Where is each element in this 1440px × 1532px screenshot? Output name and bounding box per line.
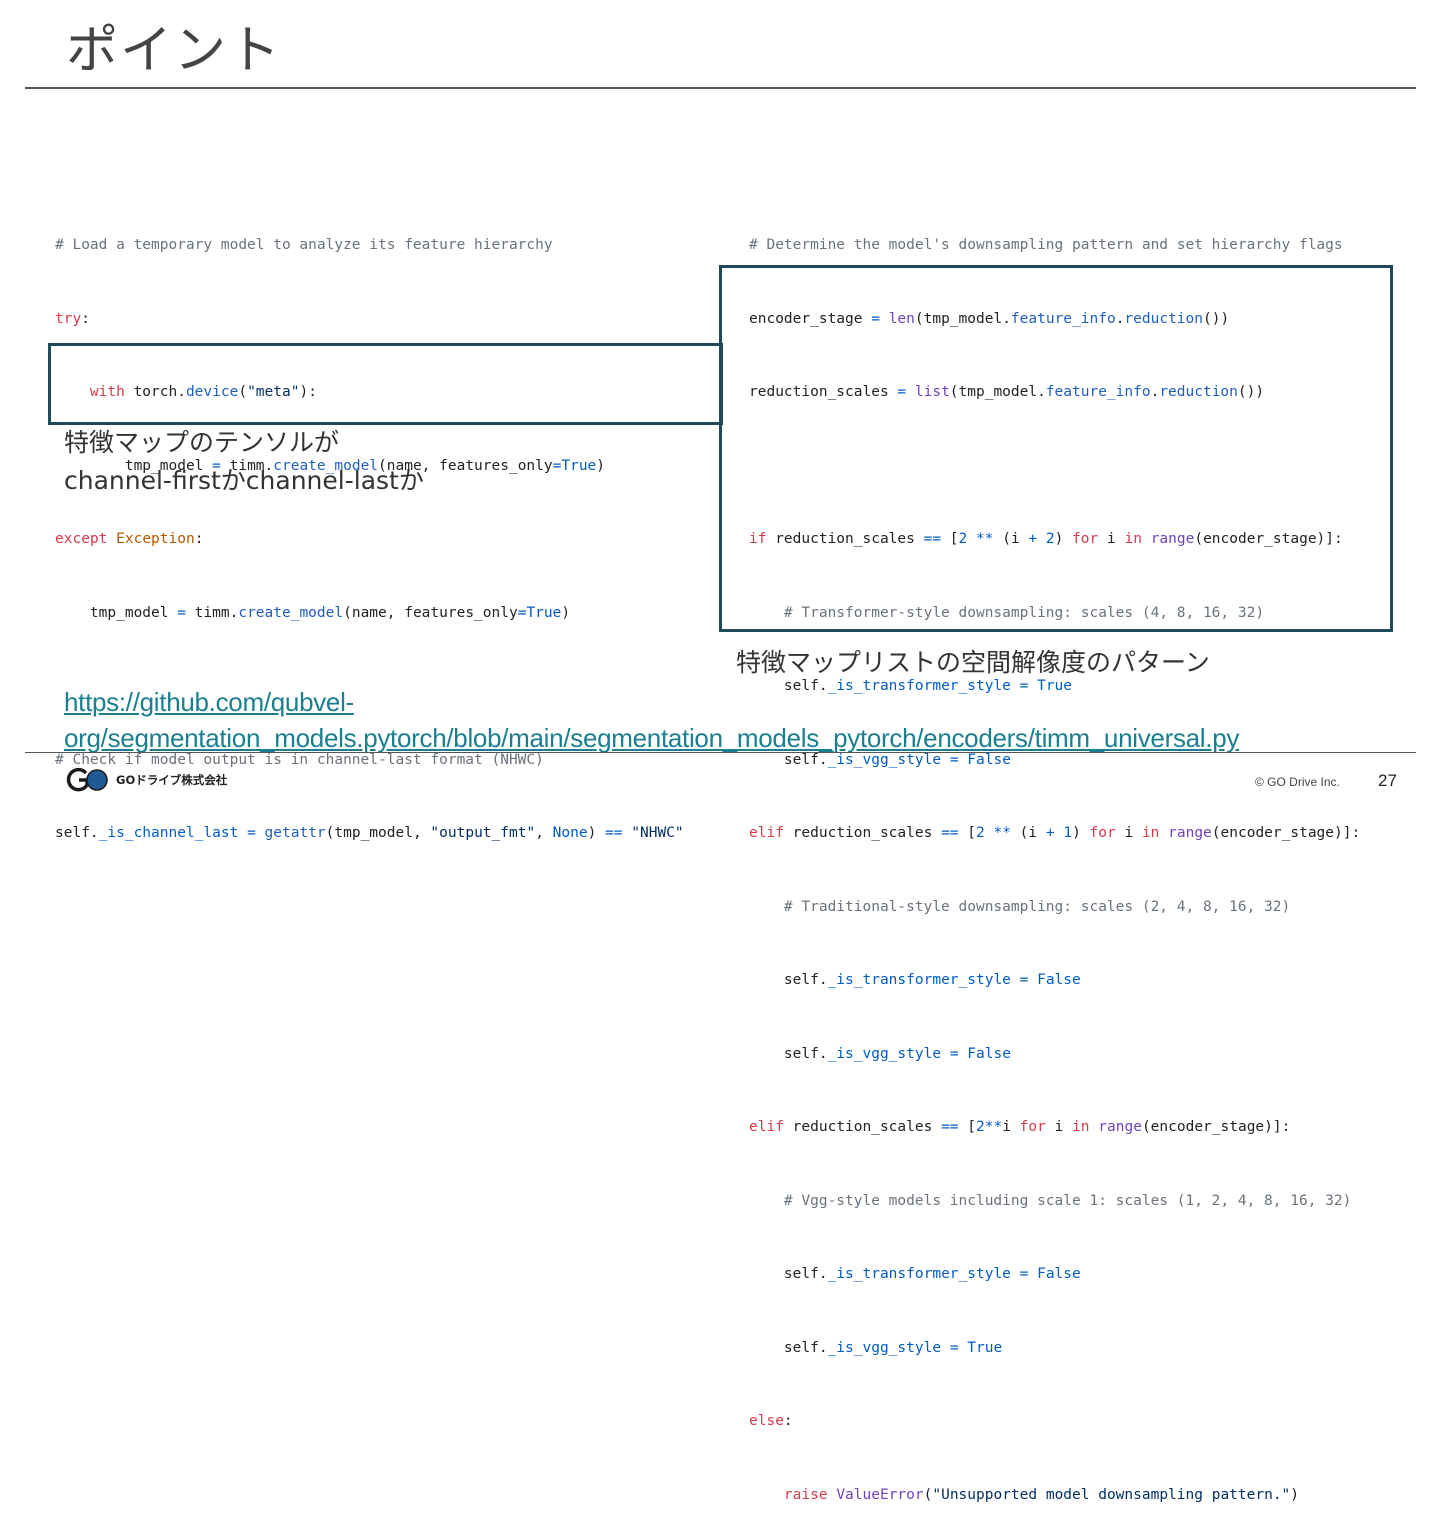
left-caption-line2: channel-firstかchannel-lastか [64, 466, 424, 495]
right-caption: 特徴マップリストの空間解像度のパターン [736, 648, 1210, 677]
code-line: # Vgg-style models including scale 1: sc… [749, 1192, 1352, 1209]
code-line: self._is_vgg_style = True [749, 1339, 1003, 1356]
code-line: self._is_transformer_style = False [749, 1266, 1081, 1282]
page-number: 27 [1378, 771, 1397, 790]
code-line: try: [55, 310, 90, 327]
code-line: raise ValueError("Unsupported model down… [783, 1486, 1300, 1503]
right-highlight-box [719, 265, 1393, 632]
title-divider [25, 87, 1416, 89]
code-line: elif reduction_scales == [2 ** (i + 1) f… [749, 825, 1361, 841]
footer-divider [25, 752, 1416, 753]
code-line: else: [749, 1413, 793, 1429]
source-link[interactable]: https://github.com/qubvel- org/segmentat… [64, 684, 1384, 756]
code-line: except Exception: [55, 531, 204, 547]
company-logo: GOドライブ株式会社 [66, 767, 227, 793]
code-line: self._is_transformer_style = False [749, 972, 1081, 988]
code-line: elif reduction_scales == [2**i for i in … [749, 1119, 1291, 1135]
code-line: # Traditional-style downsampling: scales… [749, 898, 1291, 915]
code-line: tmp_model = timm.create_model(name, feat… [55, 604, 571, 621]
slide-title: ポイント [66, 21, 283, 81]
left-caption: 特徴マップのテンソルが channel-firstかchannel-lastか [64, 424, 424, 500]
go-logo-icon [66, 767, 108, 793]
source-link-line1[interactable]: https://github.com/qubvel- [64, 684, 1384, 720]
left-highlight-box [48, 343, 723, 425]
copyright-text: © GO Drive Inc. [1255, 775, 1340, 789]
left-caption-line1: 特徴マップのテンソルが [64, 428, 340, 457]
code-line: # Load a temporary model to analyze its … [55, 237, 553, 253]
code-line: self._is_vgg_style = False [749, 1045, 1011, 1062]
source-link-line2[interactable]: org/segmentation_models.pytorch/blob/mai… [64, 720, 1384, 756]
code-line: self._is_channel_last = getattr(tmp_mode… [55, 825, 684, 841]
code-line: # Determine the model's downsampling pat… [749, 237, 1343, 253]
brand-text: GOドライブ株式会社 [116, 773, 228, 787]
